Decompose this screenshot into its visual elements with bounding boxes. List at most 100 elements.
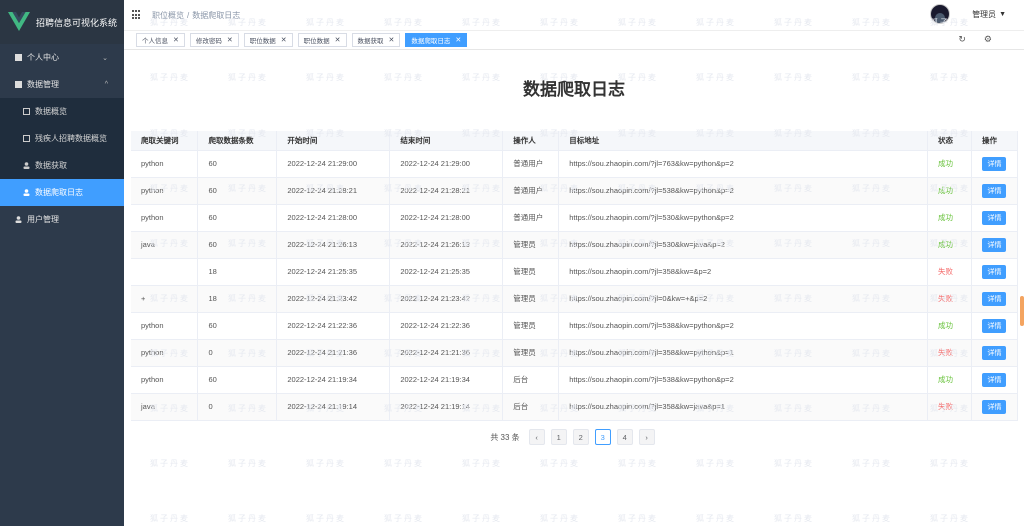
cell-action: 详情 — [971, 177, 1019, 205]
tag-data-fetch[interactable]: 数据获取 ✕ — [351, 33, 401, 47]
sidebar-item-crawl-log[interactable]: 数据爬取日志 — [0, 179, 124, 206]
user-name[interactable]: 管理员 — [972, 9, 996, 20]
breadcrumb-item[interactable]: 职位概览 — [152, 11, 184, 20]
close-icon[interactable]: ✕ — [335, 36, 341, 44]
crawl-log-table: 爬取关键词 爬取数据条数 开始时间 结束时间 操作人 目标地址 状态 操作 py… — [131, 131, 1019, 421]
page-title: 数据爬取日志 — [523, 80, 625, 99]
close-icon[interactable]: ✕ — [389, 36, 395, 44]
tag-label: 职位数据 — [249, 38, 276, 45]
tag-change-password[interactable]: 修改密码 ✕ — [189, 33, 239, 47]
sidebar-item-label: 数据获取 — [35, 161, 67, 170]
pagination-total: 共 33 条 — [490, 432, 520, 442]
square-icon — [14, 54, 22, 62]
cell-start-time: 2022-12-24 21:23:42 — [276, 285, 391, 313]
tag-label: 修改密码 — [195, 38, 222, 45]
tag-crawl-log[interactable]: 数据爬取日志 ✕ — [405, 33, 468, 47]
sidebar-item-personal-center[interactable]: 个人中心 ⌄ — [0, 44, 124, 71]
cell-start-time: 2022-12-24 21:28:21 — [276, 177, 391, 205]
cell-status: 失败 — [927, 285, 972, 313]
page-button-2[interactable]: 2 — [572, 429, 589, 445]
hamburger-grid-icon[interactable] — [132, 10, 142, 20]
detail-button[interactable]: 详情 — [982, 345, 1007, 360]
sidebar-item-user-management[interactable]: 用户管理 — [0, 206, 124, 233]
col-header-url: 目标地址 — [558, 131, 928, 151]
sidebar-item-data-management[interactable]: 数据管理 ^ — [0, 71, 124, 98]
detail-button[interactable]: 详情 — [982, 264, 1007, 279]
cell-operator: 管理员 — [502, 339, 560, 367]
cell-keyword: python — [131, 150, 199, 178]
cell-count: 18 — [197, 285, 278, 313]
app-title: 招聘信息可视化系统 — [36, 17, 118, 28]
cell-target-url: https://sou.zhaopin.com/?jl=763&kw=pytho… — [558, 150, 928, 178]
next-page-button[interactable]: › — [638, 429, 655, 445]
cell-keyword: java — [131, 393, 199, 421]
prev-page-button[interactable]: ‹ — [528, 429, 545, 445]
col-header-end: 结束时间 — [389, 131, 504, 151]
cell-operator: 普通用户 — [502, 204, 560, 232]
page-button-4[interactable]: 4 — [616, 429, 633, 445]
col-header-start: 开始时间 — [276, 131, 391, 151]
sidebar-item-data-fetch[interactable]: 数据获取 — [0, 152, 124, 179]
refresh-icon[interactable]: ↻ — [958, 34, 966, 45]
page-button-3[interactable]: 3 — [594, 429, 611, 445]
detail-button[interactable]: 详情 — [982, 210, 1007, 225]
table-row: java 0 2022-12-24 21:19:14 2022-12-24 21:19… — [131, 393, 1019, 421]
cell-status: 成功 — [927, 231, 972, 259]
sidebar-item-disabled-recruit-overview[interactable]: 残疾人招聘数据概览 — [0, 125, 124, 152]
sidebar-item-data-overview[interactable]: 数据概览 — [0, 98, 124, 125]
cell-count: 60 — [197, 366, 278, 394]
avatar[interactable] — [930, 4, 951, 24]
detail-button[interactable]: 详情 — [982, 399, 1007, 414]
col-header-keyword: 爬取关键词 — [131, 131, 199, 151]
user-menu[interactable]: 管理员 ▼ — [930, 4, 1006, 24]
cell-target-url: https://sou.zhaopin.com/?jl=538&kw=pytho… — [558, 177, 928, 205]
detail-button[interactable]: 详情 — [982, 237, 1007, 252]
user-icon — [22, 162, 30, 170]
close-icon[interactable]: ✕ — [281, 36, 287, 44]
breadcrumb-item-current: 数据爬取日志 — [192, 10, 241, 20]
table-row: 18 2022-12-24 21:25:35 2022-12-24 21:25:35… — [131, 258, 1019, 286]
chevron-down-icon: ⌄ — [102, 54, 108, 62]
cell-operator: 管理员 — [502, 231, 560, 259]
col-header-action: 操作 — [971, 131, 1019, 151]
cell-count: 18 — [197, 258, 278, 286]
cell-keyword: + — [131, 285, 199, 313]
detail-button[interactable]: 详情 — [982, 156, 1007, 171]
cell-count: 60 — [197, 312, 278, 340]
close-icon[interactable]: ✕ — [455, 36, 461, 44]
close-icon[interactable]: ✕ — [227, 36, 233, 44]
table-header-row: 爬取关键词 爬取数据条数 开始时间 结束时间 操作人 目标地址 状态 操作 — [131, 131, 1019, 151]
detail-button[interactable]: 详情 — [982, 372, 1007, 387]
scrollbar-thumb[interactable] — [1020, 296, 1024, 326]
table-row: python 60 2022-12-24 21:28:21 2022-12-24 21… — [131, 177, 1019, 205]
detail-button[interactable]: 详情 — [982, 183, 1007, 198]
table-row: java 60 2022-12-24 21:26:13 2022-12-24 21:2… — [131, 231, 1019, 259]
chevron-up-icon: ^ — [104, 81, 108, 88]
pagination: 共 33 条 ‹ 1 2 3 4 › — [124, 429, 1024, 445]
cell-count: 60 — [197, 204, 278, 232]
detail-button[interactable]: 详情 — [982, 291, 1007, 306]
cell-keyword: java — [131, 231, 199, 259]
cell-start-time: 2022-12-24 21:21:36 — [276, 339, 391, 367]
cell-operator: 后台 — [502, 393, 560, 421]
detail-button[interactable]: 详情 — [982, 318, 1007, 333]
close-icon[interactable]: ✕ — [173, 36, 179, 44]
page-button-1[interactable]: 1 — [550, 429, 567, 445]
caret-down-icon[interactable]: ▼ — [999, 11, 1006, 18]
main-content: 数据爬取日志 爬取关键词 爬取数据条数 开始时间 结束时间 操作人 目标地址 状… — [124, 51, 1024, 526]
tag-personal-info[interactable]: 个人信息 ✕ — [136, 33, 185, 47]
cell-start-time: 2022-12-24 21:19:34 — [276, 366, 391, 394]
tag-label: 数据获取 — [357, 38, 384, 45]
doc-icon — [22, 108, 30, 116]
cell-keyword — [131, 258, 199, 286]
tag-job-data[interactable]: 职位数据 ✕ — [243, 33, 293, 47]
cell-start-time: 2022-12-24 21:22:36 — [276, 312, 391, 340]
cell-status: 失败 — [927, 393, 972, 421]
cell-target-url: https://sou.zhaopin.com/?jl=538&kw=pytho… — [558, 366, 928, 394]
sidebar-item-label: 残疾人招聘数据概览 — [35, 134, 107, 143]
tag-job-data-2[interactable]: 职位数据 ✕ — [297, 33, 347, 47]
settings-sliders-icon[interactable]: ⚙ — [984, 34, 992, 45]
cell-target-url: https://sou.zhaopin.com/?jl=530&kw=java&… — [558, 231, 928, 259]
cell-end-time: 2022-12-24 21:23:42 — [389, 285, 504, 313]
col-header-status: 状态 — [927, 131, 972, 151]
